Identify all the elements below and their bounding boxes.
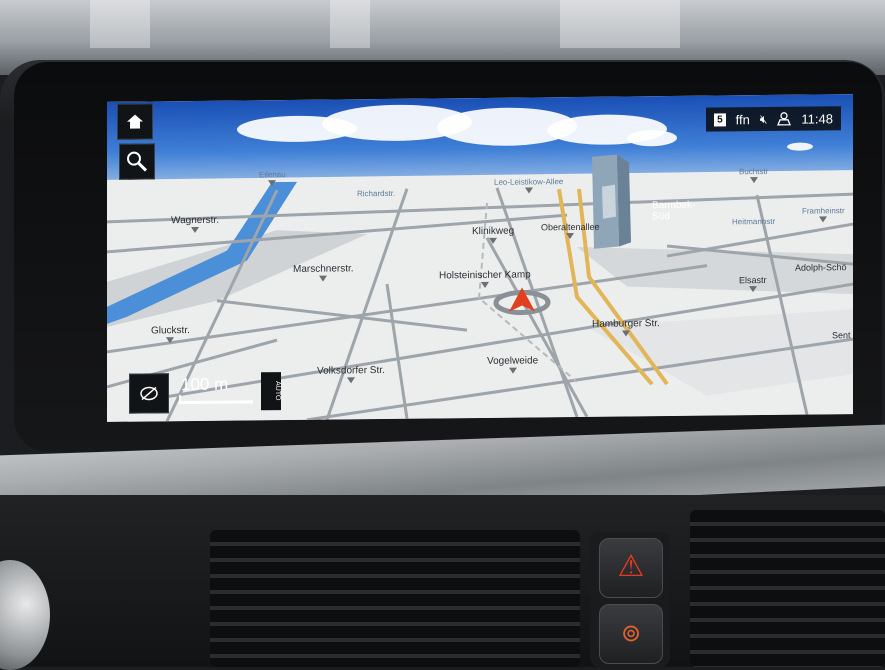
garage-light	[90, 0, 150, 48]
street-label: Klinikweg	[472, 226, 514, 244]
hazard-triangle-icon: ⚠	[617, 550, 645, 583]
search-button[interactable]	[119, 143, 155, 180]
street-label: Buchtstr	[739, 167, 768, 184]
street-label: Elsastr	[739, 275, 767, 293]
garage-light	[560, 0, 680, 48]
district-label: Barmbek- Süd	[652, 199, 696, 223]
street-label: Volksdorfer Str.	[317, 365, 385, 384]
street-label: Vogelweide	[487, 355, 538, 374]
street-label: Oberaltenallee	[541, 222, 600, 240]
view-toggle-button[interactable]	[129, 373, 169, 414]
map-scale: 100 m AUTO	[129, 372, 281, 414]
clock: 11:48	[801, 110, 833, 127]
speaker-muted-icon[interactable]: 🔇︎	[760, 111, 768, 126]
search-icon	[127, 151, 148, 172]
radio-station[interactable]: ffn	[736, 112, 750, 127]
street-label: Hamburger Str.	[592, 318, 660, 337]
scale-tick	[179, 395, 181, 405]
status-bar: 5 ffn 🔇︎ 11:48	[706, 106, 841, 132]
navigation-screen[interactable]: Eilenau Richardstr. Leo-Leistikow-Allee …	[107, 94, 853, 422]
street-label: Eilenau	[259, 170, 286, 187]
street-label: Richardstr.	[357, 188, 396, 199]
street-label: Marschnerstr.	[293, 263, 354, 282]
street-label: Leo-Leistikow-Allee	[494, 177, 563, 194]
auto-zoom-indicator[interactable]: AUTO	[261, 372, 281, 411]
hazard-button[interactable]: ⚠	[599, 538, 663, 598]
air-vent-right[interactable]	[690, 510, 885, 667]
profile-icon[interactable]	[777, 112, 792, 126]
garage-light	[330, 0, 370, 48]
scale-distance: 100 m	[181, 374, 229, 395]
street-label: Holsteinischer Kamp	[439, 269, 531, 288]
view-toggle-icon	[140, 386, 158, 401]
street-label: Wagnerstr.	[171, 215, 219, 234]
scale-bar	[179, 400, 253, 405]
home-button[interactable]	[117, 103, 153, 140]
street-label: Gluckstr.	[151, 325, 190, 344]
car-lock-icon: ⊚	[620, 620, 642, 647]
lock-button[interactable]: ⊚	[599, 604, 663, 664]
air-vent-left[interactable]	[210, 530, 580, 667]
street-label: Heitmannstr	[732, 216, 776, 227]
hazard-panel: ⚠ ⊚	[590, 532, 670, 667]
street-label: Framheinstr	[802, 206, 845, 223]
street-label: Adolph-Schö	[795, 262, 847, 273]
radio-preset-badge: 5	[714, 112, 726, 127]
home-icon	[127, 114, 143, 129]
street-label: Sent	[832, 330, 851, 341]
